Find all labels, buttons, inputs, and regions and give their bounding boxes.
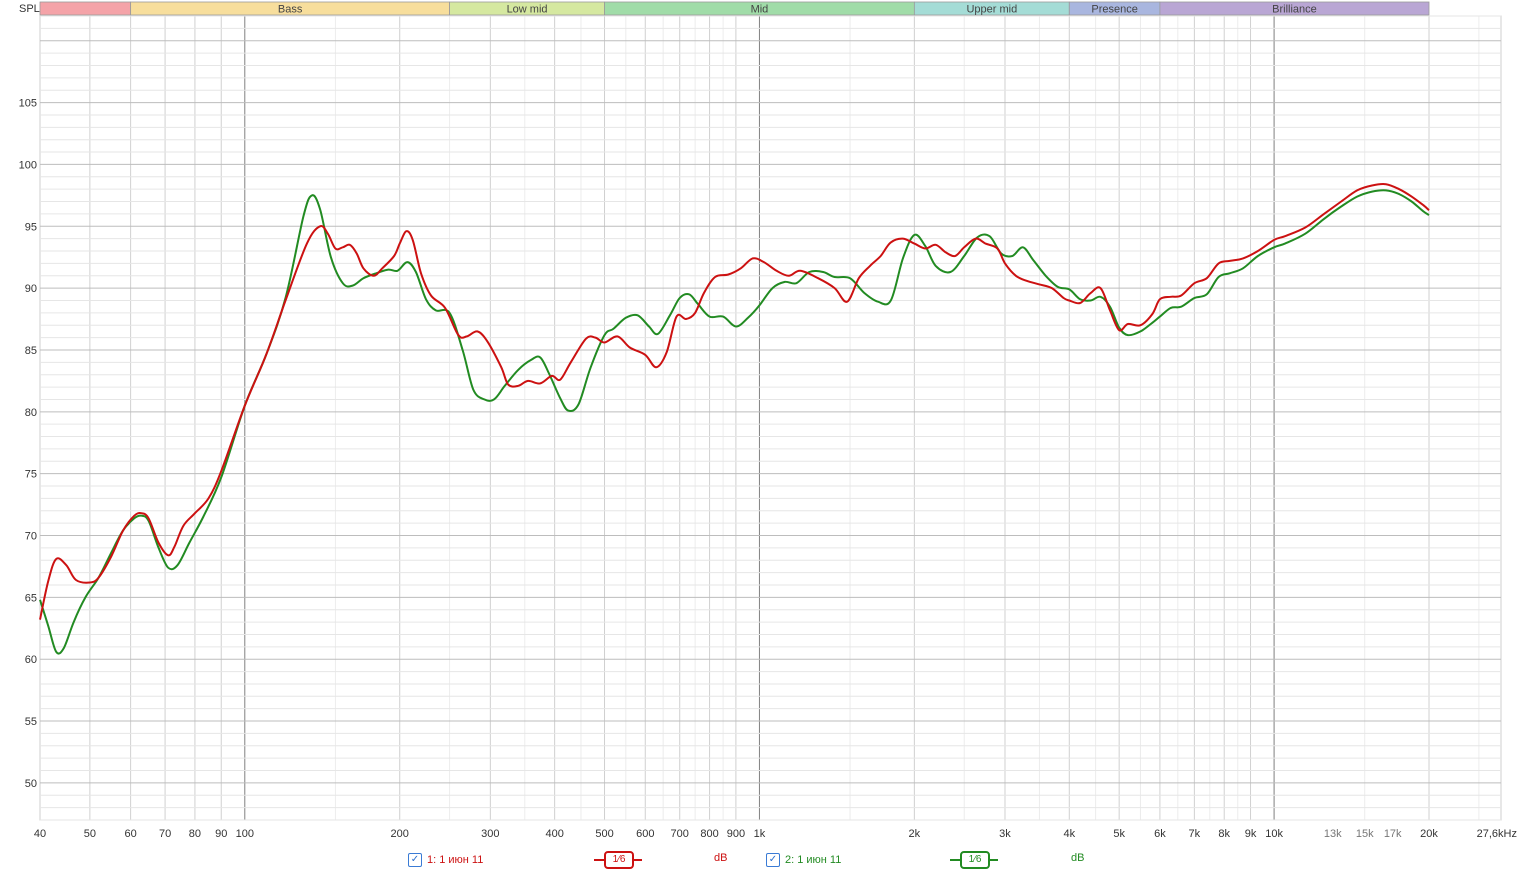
x-tick-label: 27,6kHz: [1477, 828, 1517, 840]
band-0: [39, 1, 132, 16]
series-1-smoothing-control[interactable]: 1⁄6: [594, 851, 642, 869]
x-tick-label: 6k: [1154, 828, 1166, 840]
x-tick-label: 700: [671, 828, 689, 840]
y-tick-label: 105: [19, 98, 37, 110]
y-tick-label: 95: [25, 221, 37, 233]
y-tick-label: 65: [25, 592, 37, 604]
x-tick-label: 800: [700, 828, 718, 840]
y-tick-label: 50: [25, 778, 37, 790]
band-label: Mid: [751, 4, 769, 16]
x-tick-label: 9k: [1245, 828, 1257, 840]
x-tick-label: 1k: [754, 828, 766, 840]
y-axis-label: SPL: [19, 3, 40, 15]
x-tick-label: 8k: [1218, 828, 1230, 840]
legend-item-series-2[interactable]: ✓ 2: 1 июн 11: [766, 850, 841, 870]
x-tick-label: 600: [636, 828, 654, 840]
frequency-bands: Bass Low mid Mid Upper mid Presence Brillianc…: [39, 1, 1430, 16]
x-tick-label: 90: [215, 828, 227, 840]
frequency-response-chart: SPL 50 55 60 65 70 75 80 85 90 95 100 105 40 50 60 70 80 9…: [19, 1, 1517, 840]
y-tick-label: 60: [25, 654, 37, 666]
x-tick-label: 100: [236, 828, 254, 840]
band-label: Bass: [278, 4, 303, 16]
y-tick-label: 70: [25, 531, 37, 543]
series-2-checkbox[interactable]: ✓: [766, 853, 780, 867]
x-tick-label: 15k: [1356, 828, 1374, 840]
series-2-smoothing-control[interactable]: 1⁄6: [950, 851, 998, 869]
x-tick-label: 7k: [1189, 828, 1201, 840]
x-tick-labels: 40 50 60 70 80 90 100 200 300 400 500 600 700 800 900 1…: [34, 828, 1517, 840]
x-tick-label: 80: [189, 828, 201, 840]
band-label: Brilliance: [1272, 4, 1317, 16]
x-tick-label: 20k: [1420, 828, 1438, 840]
x-tick-label: 10k: [1265, 828, 1283, 840]
legend-item-series-1[interactable]: ✓ 1: 1 июн 11: [408, 850, 483, 870]
y-tick-label: 85: [25, 345, 37, 357]
x-tick-label: 17k: [1384, 828, 1402, 840]
x-tick-label: 40: [34, 828, 46, 840]
series-1-label: 1: 1 июн 11: [427, 854, 484, 866]
x-tick-label: 4k: [1063, 828, 1075, 840]
x-tick-label: 200: [391, 828, 409, 840]
band-label: Low mid: [507, 4, 548, 16]
x-tick-label: 500: [595, 828, 613, 840]
series-1-unit: dB: [714, 852, 728, 864]
x-tick-label: 13k: [1324, 828, 1342, 840]
x-tick-label: 50: [84, 828, 96, 840]
x-tick-label: 70: [159, 828, 171, 840]
y-tick-label: 75: [25, 469, 37, 481]
x-tick-label: 3k: [999, 828, 1011, 840]
x-tick-label: 5k: [1113, 828, 1125, 840]
y-tick-label: 90: [25, 283, 37, 295]
band-label: Upper mid: [966, 4, 1017, 16]
y-tick-labels: 50 55 60 65 70 75 80 85 90 95 100 105: [19, 98, 37, 790]
y-tick-label: 80: [25, 407, 37, 419]
y-tick-label: 100: [19, 159, 37, 171]
x-tick-label: 400: [545, 828, 563, 840]
series-2-smoothing-value: 1⁄6: [960, 851, 990, 869]
series-1-checkbox[interactable]: ✓: [408, 853, 422, 867]
x-tick-label: 2k: [909, 828, 921, 840]
x-tick-label: 60: [124, 828, 136, 840]
x-tick-label: 300: [481, 828, 499, 840]
series-1-smoothing-value: 1⁄6: [604, 851, 634, 869]
x-tick-label: 900: [727, 828, 745, 840]
plot-area: [39, 15, 1502, 821]
band-label: Presence: [1091, 4, 1137, 16]
y-tick-label: 55: [25, 716, 37, 728]
series-2-label: 2: 1 июн 11: [785, 854, 842, 866]
series-2-unit: dB: [1071, 852, 1085, 864]
